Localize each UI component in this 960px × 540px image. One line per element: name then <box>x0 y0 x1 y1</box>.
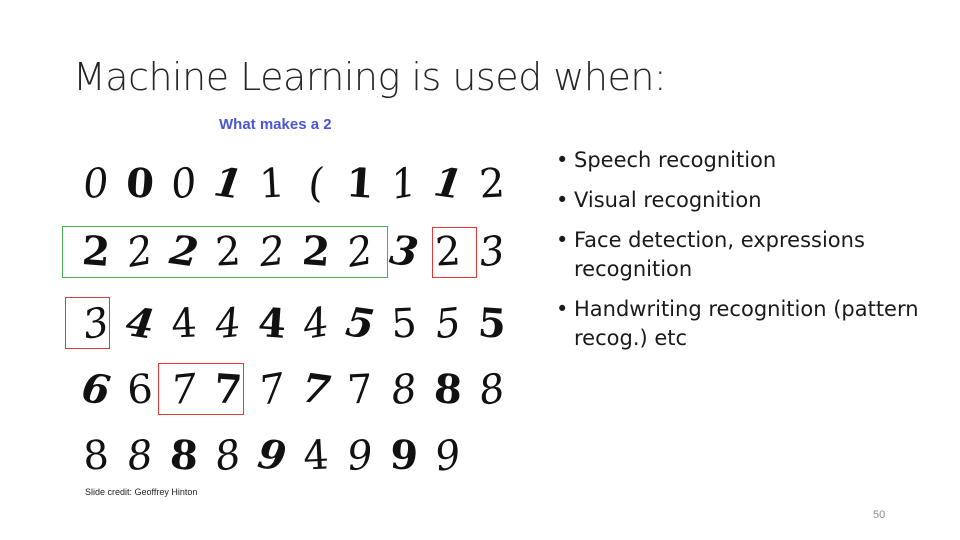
handwritten-digit: 4 <box>212 299 244 349</box>
bullet-item: • Speech recognition <box>556 146 936 175</box>
handwritten-digit: 6 <box>79 364 114 415</box>
bullet-list: • Speech recognition • Visual recognition • F… <box>556 146 936 364</box>
handwritten-digit: 9 <box>255 430 290 481</box>
handwritten-digit: 6 <box>126 366 154 414</box>
handwritten-digit: 1 <box>344 159 376 208</box>
handwritten-digit: 8 <box>432 365 464 414</box>
handwritten-digit: 1 <box>258 160 286 208</box>
handwritten-digit: 1 <box>211 158 246 209</box>
green-highlight-box <box>62 226 388 278</box>
handwritten-digit: 5 <box>476 299 508 348</box>
handwritten-digit: 1 <box>431 158 466 209</box>
handwritten-digit: 8 <box>475 365 509 415</box>
handwritten-digit: 4 <box>256 299 288 348</box>
handwritten-digit: 9 <box>344 431 376 481</box>
slide-title: Machine Learning is used when: <box>73 55 667 99</box>
handwritten-digit: 0 <box>124 159 156 208</box>
bullet-dot-icon: • <box>556 297 569 321</box>
bullet-text: Handwriting recognition (pattern recog.)… <box>574 297 919 350</box>
bullet-text: Visual recognition <box>574 188 762 212</box>
handwritten-digit: 8 <box>82 432 110 480</box>
handwritten-digit: ( <box>305 160 327 208</box>
handwritten-digit: 9 <box>431 431 465 481</box>
handwritten-digit: 4 <box>170 300 198 348</box>
bullet-item: • Visual recognition <box>556 186 936 215</box>
bullet-dot-icon: • <box>556 148 569 172</box>
bullet-text: Face detection, expressions recognition <box>574 228 865 281</box>
handwritten-digit: 8 <box>388 365 420 415</box>
bullet-dot-icon: • <box>556 188 569 212</box>
handwritten-digit: 4 <box>302 432 330 480</box>
red-highlight-box <box>158 363 244 415</box>
handwritten-digit: 8 <box>168 431 200 480</box>
page-number: 50 <box>873 509 886 521</box>
handwritten-digit: 5 <box>432 299 464 349</box>
red-highlight-box <box>65 297 110 349</box>
red-highlight-box <box>432 227 477 278</box>
handwritten-digit: 5 <box>343 298 378 349</box>
handwritten-digit: 7 <box>299 364 334 415</box>
bullet-item: • Face detection, expressions recognition <box>556 226 936 284</box>
handwritten-digit: 9 <box>388 431 420 480</box>
handwritten-digit: 4 <box>123 298 158 349</box>
figure-title: What makes a 2 <box>219 116 332 133</box>
handwritten-digit: 8 <box>124 431 156 481</box>
bullet-text: Speech recognition <box>574 148 777 172</box>
handwritten-digit: 7 <box>346 366 374 414</box>
handwritten-digit: 0 <box>80 159 112 209</box>
handwritten-digit: 5 <box>390 300 418 348</box>
slide-credit: Slide credit: Geoffrey Hinton <box>85 487 198 497</box>
bullet-dot-icon: • <box>556 228 569 252</box>
handwritten-digit: 2 <box>478 160 506 208</box>
bullet-item: • Handwriting recognition (pattern recog.… <box>556 295 936 353</box>
